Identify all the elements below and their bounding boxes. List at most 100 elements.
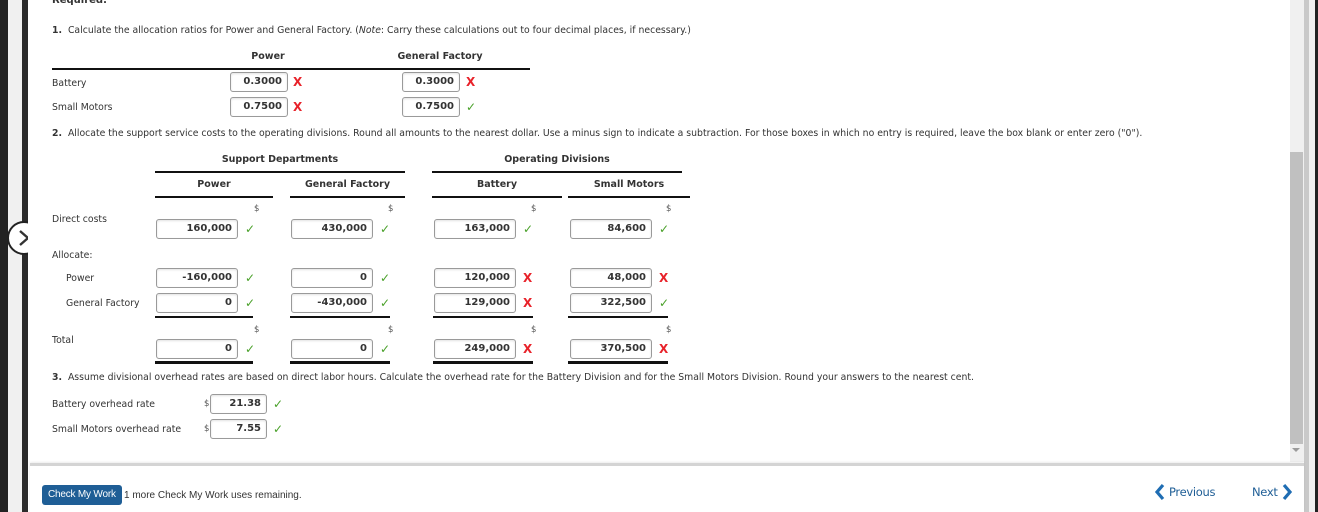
col-header-battery: Battery: [476, 179, 518, 190]
total-battery-input[interactable]: 249,000: [434, 339, 516, 359]
subtotal-rule: [290, 316, 390, 318]
allocate-gf-general-factory-input[interactable]: -430,000: [291, 293, 373, 313]
incorrect-icon: X: [659, 271, 669, 285]
incorrect-icon: X: [659, 342, 669, 356]
total-label: Total: [52, 335, 74, 346]
total-power-input[interactable]: 0: [156, 339, 238, 359]
group-header-support-departments: Support Departments: [221, 154, 339, 165]
small-motors-overhead-rate-input[interactable]: 7.55: [210, 419, 267, 439]
incorrect-icon: X: [293, 75, 303, 89]
total-double-rule: [568, 361, 668, 364]
q1-header-power: Power: [251, 51, 285, 62]
correct-icon: ✓: [245, 342, 256, 356]
dollar-sign: $: [666, 204, 672, 214]
scroll-down-arrow-icon[interactable]: [1292, 448, 1300, 452]
question-2-text: 2. Allocate the support service costs to…: [52, 128, 1142, 139]
correct-icon: ✓: [380, 342, 391, 356]
question-1-text: 1. Calculate the allocation ratios for P…: [52, 25, 691, 36]
correct-icon: ✓: [380, 296, 391, 310]
total-double-rule: [290, 361, 390, 364]
col-header-small-motors: Small Motors: [593, 179, 665, 190]
allocate-power-small-motors-input[interactable]: 48,000: [570, 268, 652, 288]
previous-label: Previous: [1169, 485, 1216, 499]
incorrect-icon: X: [523, 271, 533, 285]
question-3-number: 3.: [52, 372, 63, 383]
scrollbar-thumb[interactable]: [1290, 152, 1303, 444]
q1-header-rule: [52, 68, 530, 70]
q1-small-motors-power-input[interactable]: 0.7500: [230, 97, 288, 117]
required-heading: Required:: [52, 0, 108, 6]
correct-icon: ✓: [273, 422, 284, 436]
chevron-left-icon: [1155, 483, 1165, 501]
q1-row-label: Battery: [52, 78, 87, 89]
subtotal-rule: [433, 316, 533, 318]
q1-battery-power-input[interactable]: 0.3000: [230, 72, 288, 92]
chevron-right-icon: [1282, 483, 1292, 501]
correct-icon: ✓: [466, 100, 477, 114]
col-header-general-factory: General Factory: [304, 179, 391, 190]
question-content: Required: 1. Calculate the allocation ra…: [28, 0, 1290, 462]
dollar-sign: $: [666, 325, 672, 335]
allocate-gf-small-motors-input[interactable]: 322,500: [570, 293, 652, 313]
col-rule: [155, 196, 273, 198]
col-rule: [290, 196, 405, 198]
correct-icon: ✓: [380, 271, 391, 285]
group-rule-operating: [432, 171, 682, 173]
dollar-sign: $: [204, 399, 210, 409]
incorrect-icon: X: [293, 100, 303, 114]
check-my-work-button[interactable]: Check My Work: [42, 485, 122, 505]
direct-costs-general-factory-input[interactable]: 430,000: [291, 219, 373, 239]
note-text: : Carry these calculations out to four d…: [380, 25, 691, 36]
incorrect-icon: X: [523, 342, 533, 356]
dollar-sign: $: [254, 204, 260, 214]
total-double-rule: [433, 361, 533, 364]
direct-costs-small-motors-input[interactable]: 84,600: [570, 219, 652, 239]
correct-icon: ✓: [659, 296, 670, 310]
allocate-power-power-input[interactable]: -160,000: [156, 268, 238, 288]
q1-header-general-factory: General Factory: [397, 51, 483, 62]
next-label: Next: [1252, 485, 1278, 499]
correct-icon: ✓: [659, 222, 670, 236]
question-2-number: 2.: [52, 128, 63, 139]
footer-bar: Check My Work 1 more Check My Work uses …: [30, 463, 1304, 512]
question-2-instruction: Allocate the support service costs to th…: [67, 128, 1143, 139]
allocate-power-battery-input[interactable]: 120,000: [434, 268, 516, 288]
allocate-gf-battery-input[interactable]: 129,000: [434, 293, 516, 313]
q1-battery-general-factory-input[interactable]: 0.3000: [402, 72, 460, 92]
allocate-label: Allocate:: [52, 250, 93, 261]
correct-icon: ✓: [380, 222, 391, 236]
allocate-power-general-factory-input[interactable]: 0: [291, 268, 373, 288]
total-double-rule: [155, 361, 253, 364]
note-label: Note: [358, 25, 381, 36]
direct-costs-battery-input[interactable]: 163,000: [434, 219, 516, 239]
dollar-sign: $: [388, 325, 394, 335]
previous-button[interactable]: Previous: [1155, 483, 1216, 501]
group-rule-support: [155, 171, 405, 173]
col-rule: [432, 196, 562, 198]
direct-costs-label: Direct costs: [52, 214, 107, 225]
question-3-instruction: Assume divisional overhead rates are bas…: [67, 372, 974, 383]
dollar-sign: $: [531, 325, 537, 335]
question-1-number: 1.: [52, 25, 63, 36]
battery-overhead-rate-label: Battery overhead rate: [52, 399, 155, 410]
total-general-factory-input[interactable]: 0: [291, 339, 373, 359]
allocate-gf-power-input[interactable]: 0: [156, 293, 238, 313]
incorrect-icon: X: [523, 296, 533, 310]
correct-icon: ✓: [245, 222, 256, 236]
subtotal-rule: [568, 316, 668, 318]
correct-icon: ✓: [273, 397, 284, 411]
q1-small-motors-general-factory-input[interactable]: 0.7500: [402, 97, 460, 117]
small-motors-overhead-rate-label: Small Motors overhead rate: [52, 424, 182, 435]
direct-costs-power-input[interactable]: 160,000: [156, 219, 238, 239]
question-1-instruction: Calculate the allocation ratios for Powe…: [67, 25, 359, 36]
next-button[interactable]: Next: [1252, 483, 1292, 501]
battery-overhead-rate-input[interactable]: 21.38: [210, 394, 267, 414]
left-edge-bar: [0, 0, 8, 512]
correct-icon: ✓: [245, 296, 256, 310]
check-uses-remaining: 1 more Check My Work uses remaining.: [124, 490, 302, 501]
allocate-row-label: General Factory: [66, 298, 140, 309]
q1-row-label: Small Motors: [52, 102, 113, 113]
total-small-motors-input[interactable]: 370,500: [570, 339, 652, 359]
question-3-text: 3. Assume divisional overhead rates are …: [52, 372, 974, 383]
col-header-power: Power: [197, 179, 231, 190]
